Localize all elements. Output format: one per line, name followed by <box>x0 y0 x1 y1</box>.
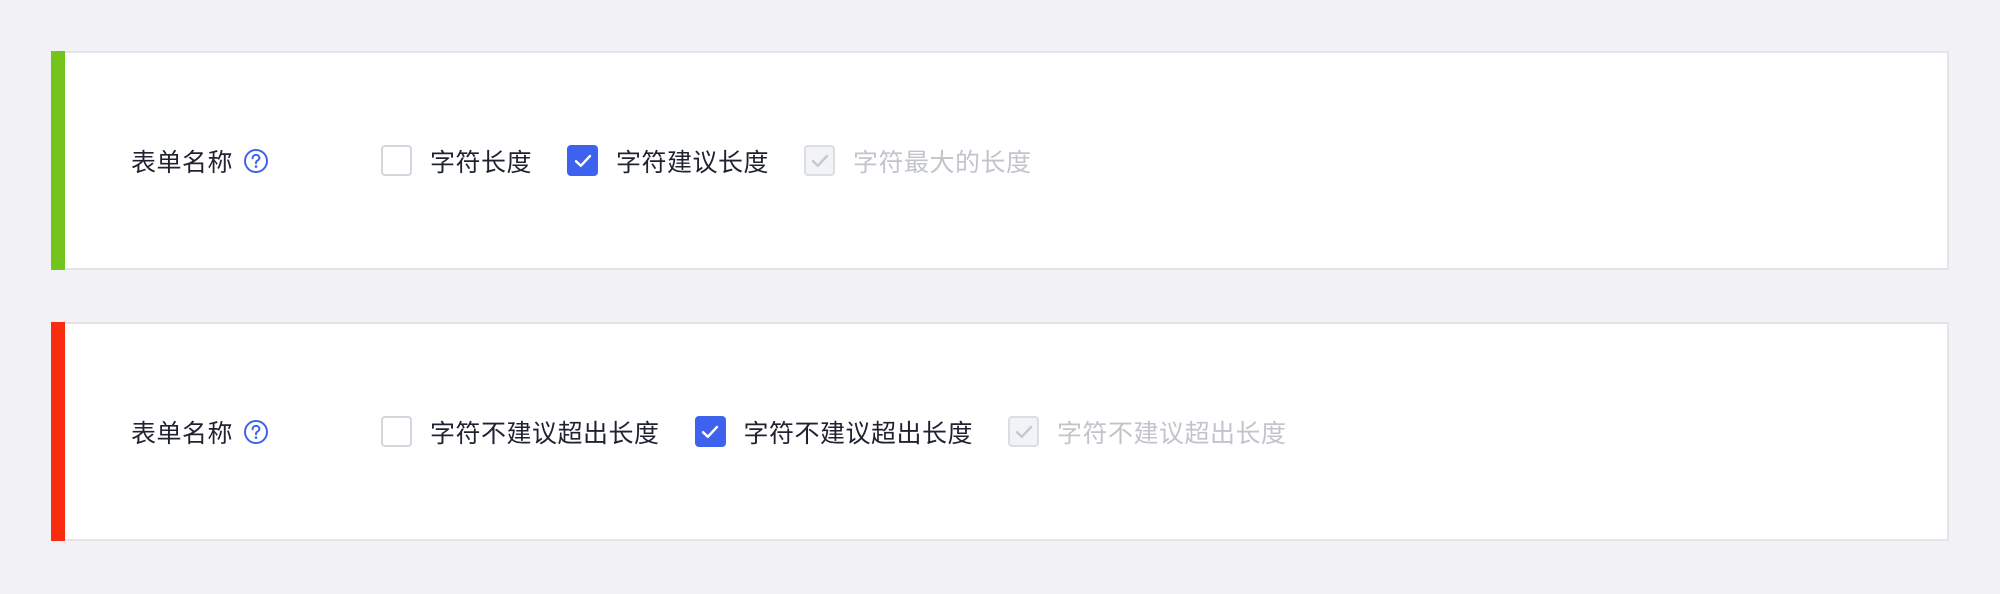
check-icon <box>811 154 828 167</box>
checkbox-unchecked[interactable] <box>381 416 412 447</box>
form-label: 表单名称 <box>131 147 234 177</box>
form-row-success: 表单名称 字符长度 字符建议长度 字符最大的长度 <box>51 51 1949 270</box>
checkbox-checked[interactable] <box>694 416 726 447</box>
checkbox-label-disabled: 字符不建议超出长度 <box>1057 418 1287 448</box>
checkbox-option[interactable]: 字符建议长度 <box>567 143 769 179</box>
checkbox-label-disabled: 字符最大的长度 <box>853 147 1032 177</box>
form-item: 表单名称 字符长度 字符建议长度 字符最大的长度 <box>131 53 1067 268</box>
form-label-group: 表单名称 <box>131 143 381 179</box>
checkbox-label: 字符不建议超出长度 <box>430 418 660 448</box>
checkbox-label: 字符长度 <box>430 147 533 177</box>
checkbox-unchecked[interactable] <box>381 145 412 176</box>
check-icon <box>574 154 591 167</box>
checkbox-option[interactable]: 字符不建议超出长度 <box>694 414 974 450</box>
check-icon <box>1015 425 1032 438</box>
form-label-group: 表单名称 <box>131 414 381 450</box>
form-item: 表单名称 字符不建议超出长度 字符不建议超出长度 字符不建议超出长度 <box>131 324 1322 539</box>
checkbox-option[interactable]: 字符不建议超出长度 <box>381 414 660 450</box>
checkbox-checked[interactable] <box>567 145 599 176</box>
question-circle-icon[interactable] <box>243 419 269 445</box>
form-row-error: 表单名称 字符不建议超出长度 字符不建议超出长度 字符不建议超出长度 <box>51 322 1949 541</box>
question-circle-icon[interactable] <box>243 148 269 174</box>
checkbox-option-disabled: 字符不建议超出长度 <box>1008 414 1287 450</box>
checkbox-label: 字符建议长度 <box>616 147 770 177</box>
checkbox-label: 字符不建议超出长度 <box>743 418 974 448</box>
status-bar-success <box>51 51 65 270</box>
status-bar-error <box>51 322 65 541</box>
check-icon <box>701 425 719 438</box>
checkbox-option-disabled: 字符最大的长度 <box>804 143 1032 179</box>
checkbox-option[interactable]: 字符长度 <box>381 143 532 179</box>
form-label: 表单名称 <box>131 418 234 448</box>
checkbox-checked-disabled <box>1008 416 1040 447</box>
checkbox-checked-disabled <box>804 145 836 176</box>
